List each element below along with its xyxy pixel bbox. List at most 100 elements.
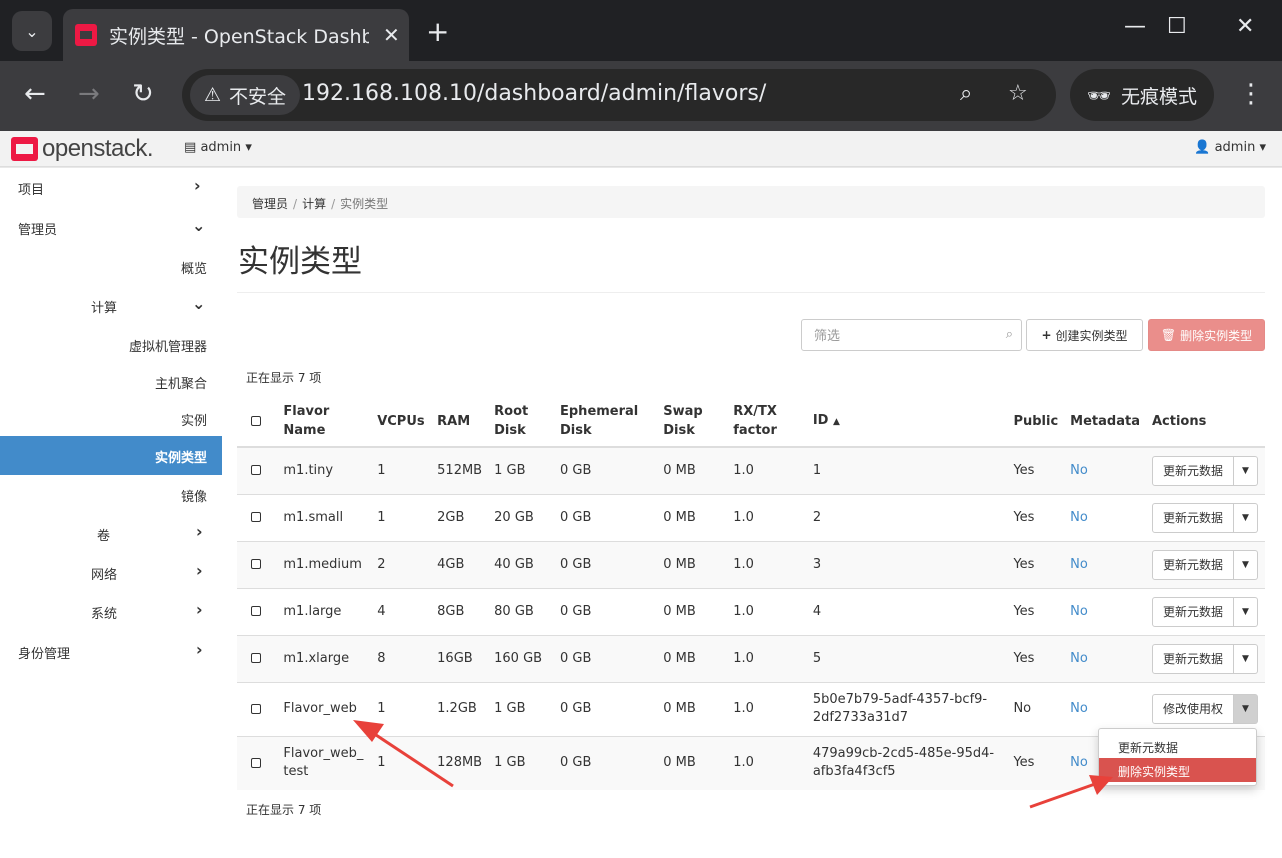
sidebar-item-overview[interactable]: 概览 xyxy=(181,258,207,277)
cell-root-disk: 20 GB xyxy=(488,493,554,541)
browser-tab[interactable]: 实例类型 - OpenStack Dashboard ✕ xyxy=(63,9,409,61)
header-id-cell[interactable]: ID ▲ xyxy=(806,396,1008,448)
chevron-down-icon[interactable]: ⌄ xyxy=(192,216,205,235)
delete-flavors-button[interactable]: 🗑 删除实例类型 xyxy=(1148,319,1265,351)
sidebar-item-network[interactable]: 网络 xyxy=(91,564,117,583)
cell-metadata[interactable]: No xyxy=(1064,493,1146,541)
cell-rxtx: 1.0 xyxy=(727,634,807,682)
user-icon: 👤 xyxy=(1194,140,1211,155)
more-menu-icon[interactable]: ⋮ xyxy=(1238,79,1264,109)
address-bar[interactable]: ⚠ 不安全 192.168.108.10/dashboard/admin/fla… xyxy=(182,69,1056,121)
cell-flavor-name: m1.medium xyxy=(277,540,372,588)
header-rxtx[interactable]: RX/TX factor xyxy=(727,396,807,448)
cell-swap-disk: 0 MB xyxy=(657,634,728,682)
header-metadata[interactable]: Metadata xyxy=(1064,396,1146,448)
cell-public: Yes xyxy=(1007,634,1065,682)
select-all-checkbox[interactable] xyxy=(251,416,261,426)
cell-vcpus: 1 xyxy=(371,735,432,790)
close-window-icon[interactable]: ✕ xyxy=(1236,14,1254,39)
back-icon[interactable]: ← xyxy=(24,79,46,109)
header-public[interactable]: Public xyxy=(1007,396,1065,448)
row-checkbox[interactable] xyxy=(251,512,261,522)
sidebar-item-system[interactable]: 系统 xyxy=(91,603,117,622)
sidebar-item-host-aggregates[interactable]: 主机聚合 xyxy=(155,373,207,392)
row-action-button[interactable]: 修改使用权 xyxy=(1151,694,1234,724)
sidebar-item-instances[interactable]: 实例 xyxy=(181,410,207,429)
cell-flavor-name: m1.xlarge xyxy=(277,634,372,682)
row-checkbox[interactable] xyxy=(251,703,261,714)
chevron-right-icon[interactable]: › xyxy=(194,176,201,195)
sidebar-item-compute[interactable]: 计算 xyxy=(91,297,117,316)
filter-input[interactable] xyxy=(802,320,982,350)
sidebar-item-images[interactable]: 镜像 xyxy=(181,486,207,505)
header-vcpus[interactable]: VCPUs xyxy=(371,396,432,448)
header-flavor-name[interactable]: Flavor Name xyxy=(277,396,372,448)
chevron-down-icon[interactable]: ⌄ xyxy=(192,294,205,313)
cell-metadata[interactable]: No xyxy=(1064,634,1146,682)
breadcrumb-compute[interactable]: 计算 xyxy=(302,197,326,211)
user-dropdown[interactable]: 👤 admin ▾ xyxy=(1194,140,1266,155)
breadcrumb-admin[interactable]: 管理员 xyxy=(252,197,288,211)
chevron-right-icon[interactable]: › xyxy=(196,561,203,580)
new-tab-icon[interactable]: + xyxy=(426,15,449,48)
row-action-button[interactable]: 更新元数据 xyxy=(1151,549,1234,580)
chevron-right-icon[interactable]: › xyxy=(196,640,203,659)
chevron-right-icon[interactable]: › xyxy=(196,522,203,541)
cell-vcpus: 1 xyxy=(371,493,432,541)
cell-flavor-name: m1.large xyxy=(277,587,372,635)
security-chip[interactable]: ⚠ 不安全 xyxy=(190,75,301,115)
search-icon[interactable]: ⌕ xyxy=(1006,327,1013,342)
minimize-icon[interactable]: — xyxy=(1124,14,1146,39)
row-action-button[interactable]: 更新元数据 xyxy=(1151,502,1234,533)
caret-down-icon[interactable]: ▼ xyxy=(1234,549,1258,580)
close-tab-icon[interactable]: ✕ xyxy=(383,23,400,47)
sidebar-item-hypervisors[interactable]: 虚拟机管理器 xyxy=(129,336,207,355)
row-action-button[interactable]: 更新元数据 xyxy=(1151,455,1234,486)
sidebar-item-identity[interactable]: 身份管理 xyxy=(18,643,70,662)
cell-public: Yes xyxy=(1007,735,1065,790)
header-actions: Actions xyxy=(1145,396,1265,448)
breadcrumb: 管理员 / 计算 / 实例类型 xyxy=(237,186,1265,218)
sidebar-item-flavors[interactable]: 实例类型 xyxy=(0,436,222,475)
header-swap-disk[interactable]: Swap Disk xyxy=(657,396,728,448)
row-checkbox[interactable] xyxy=(251,653,261,663)
cell-metadata[interactable]: No xyxy=(1064,587,1146,635)
caret-down-icon[interactable]: ▼ xyxy=(1234,596,1258,627)
maximize-icon[interactable]: ☐ xyxy=(1167,14,1187,39)
item-count-top: 正在显示 7 项 xyxy=(246,371,322,385)
caret-down-icon[interactable]: ▼ xyxy=(1234,455,1258,486)
header-ram[interactable]: RAM xyxy=(431,396,489,448)
caret-down-icon[interactable]: ▼ xyxy=(1234,643,1258,674)
sidebar-item-project[interactable]: 项目 xyxy=(18,179,44,198)
forward-icon[interactable]: → xyxy=(78,79,100,109)
tab-search-button[interactable]: ⌄ xyxy=(12,11,52,51)
plus-icon: + xyxy=(1041,328,1052,342)
row-action-button[interactable]: 更新元数据 xyxy=(1151,643,1234,674)
header-ephemeral-disk[interactable]: Ephemeral Disk xyxy=(554,396,658,448)
cell-metadata[interactable]: No xyxy=(1064,540,1146,588)
row-checkbox[interactable] xyxy=(251,606,261,616)
reload-icon[interactable]: ↻ xyxy=(132,79,154,109)
bookmark-star-icon[interactable]: ☆ xyxy=(1008,81,1028,106)
row-checkbox[interactable] xyxy=(251,465,261,476)
openstack-logo[interactable]: openstack. xyxy=(11,137,154,161)
sidebar-item-admin[interactable]: 管理员 xyxy=(18,219,57,238)
zoom-icon[interactable]: ⌕ xyxy=(960,81,972,106)
row-checkbox[interactable] xyxy=(251,559,261,569)
project-dropdown[interactable]: ▤ admin ▾ xyxy=(184,140,252,155)
create-flavor-button[interactable]: + 创建实例类型 xyxy=(1026,319,1143,351)
header-root-disk[interactable]: Root Disk xyxy=(488,396,554,448)
url-text[interactable]: 192.168.108.10/dashboard/admin/flavors/ xyxy=(302,81,766,106)
cell-metadata[interactable]: No xyxy=(1064,446,1146,494)
cell-id: 1 xyxy=(806,446,1008,494)
caret-down-icon[interactable]: ▼ xyxy=(1234,502,1258,533)
row-action-button[interactable]: 更新元数据 xyxy=(1151,596,1234,627)
cell-id: 2 xyxy=(806,493,1008,541)
delete-flavor-menu-item[interactable]: 删除实例类型 xyxy=(1099,758,1256,782)
incognito-chip[interactable]: 🕶 无痕模式 xyxy=(1070,69,1214,121)
row-checkbox[interactable] xyxy=(251,757,261,768)
update-metadata-menu-item[interactable]: 更新元数据 xyxy=(1099,734,1256,758)
sidebar-item-volumes[interactable]: 卷 xyxy=(97,525,110,544)
caret-down-icon[interactable]: ▼ xyxy=(1234,694,1258,724)
chevron-right-icon[interactable]: › xyxy=(196,600,203,619)
